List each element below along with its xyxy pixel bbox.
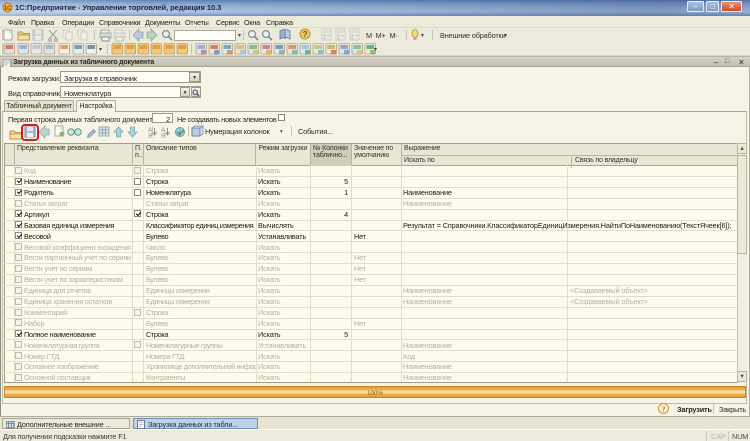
svg-text:?: ? (303, 30, 308, 39)
svg-text:1C: 1C (4, 6, 12, 12)
svg-text:?: ? (662, 405, 666, 414)
